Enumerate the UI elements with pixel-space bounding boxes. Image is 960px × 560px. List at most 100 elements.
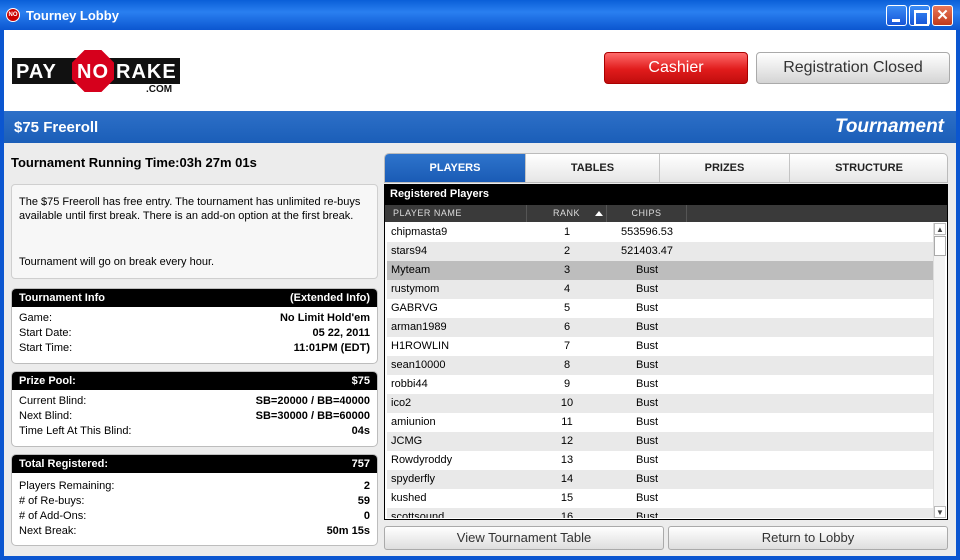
scroll-up-icon[interactable]: ▲ bbox=[934, 223, 946, 235]
cell-rank: 2 bbox=[563, 245, 571, 257]
cell-rank: 11 bbox=[561, 416, 573, 428]
cell-name: arman1989 bbox=[391, 321, 447, 333]
description-text: The $75 Freeroll has free entry. The tou… bbox=[19, 196, 361, 222]
cell-rank: 14 bbox=[560, 473, 574, 485]
cell-name: ico2 bbox=[391, 397, 412, 409]
cell-name: H1ROWLIN bbox=[391, 340, 450, 352]
cell-chips: Bust bbox=[635, 511, 658, 518]
cell-name: Rowdyroddy bbox=[391, 454, 453, 466]
cell-name: robbi44 bbox=[391, 378, 428, 390]
table-row[interactable]: Myteam 3 Bust bbox=[387, 261, 933, 280]
cell-name: stars94 bbox=[391, 245, 428, 257]
cell-name: chipmasta9 bbox=[391, 226, 448, 238]
cell-rank: 10 bbox=[560, 397, 574, 409]
cell-chips: Bust bbox=[635, 435, 658, 447]
cell-chips: Bust bbox=[635, 283, 658, 295]
table-row[interactable]: GABRVG 5 Bust bbox=[387, 299, 933, 318]
cell-chips: Bust bbox=[635, 378, 658, 390]
grid-rows: chipmasta9 1 553596.53 stars94 2 521403.47 Myt… bbox=[387, 223, 933, 518]
registration-closed-button[interactable]: Registration Closed bbox=[756, 52, 950, 84]
cell-rank: 7 bbox=[563, 340, 571, 352]
cell-rank: 5 bbox=[563, 302, 571, 314]
cell-name: GABRVG bbox=[391, 302, 438, 314]
minimize-button[interactable] bbox=[886, 5, 907, 26]
extended-info-link[interactable]: (Extended Info) bbox=[290, 292, 370, 304]
cell-chips: Bust bbox=[635, 321, 658, 333]
table-row[interactable]: Rowdyroddy 13 Bust bbox=[387, 451, 933, 470]
cell-chips: Bust bbox=[635, 397, 658, 409]
cell-name: sean10000 bbox=[391, 359, 446, 371]
break-note: Tournament will go on break every hour. bbox=[19, 256, 215, 268]
table-row[interactable]: ico2 10 Bust bbox=[387, 394, 933, 413]
tournament-banner: $75 Freeroll Tournament bbox=[4, 111, 956, 143]
scroll-down-icon[interactable]: ▼ bbox=[934, 506, 946, 518]
maximize-button[interactable] bbox=[909, 5, 930, 26]
table-row[interactable]: sean10000 8 Bust bbox=[387, 356, 933, 375]
grid-scrollbar[interactable]: ▲ ▼ bbox=[933, 223, 946, 518]
running-time: Tournament Running Time:03h 27m 01s bbox=[11, 155, 257, 170]
cell-chips: Bust bbox=[635, 454, 658, 466]
lobby-tabs: PLAYERS TABLES PRIZES STRUCTURE bbox=[384, 153, 948, 183]
table-row[interactable]: spyderfly 14 Bust bbox=[387, 470, 933, 489]
paynorake-logo: PAY NO RAKE .COM bbox=[12, 50, 182, 96]
window-title: Tourney Lobby bbox=[26, 8, 119, 23]
cell-rank: 4 bbox=[563, 283, 571, 295]
scroll-thumb[interactable] bbox=[934, 236, 946, 256]
table-row[interactable]: stars94 2 521403.47 bbox=[387, 242, 933, 261]
tab-prizes[interactable]: PRIZES bbox=[660, 154, 790, 182]
cell-rank: 8 bbox=[563, 359, 571, 371]
registered-panel: Total Registered: 757 Players Remaining: 2… bbox=[11, 454, 378, 546]
table-row[interactable]: robbi44 9 Bust bbox=[387, 375, 933, 394]
table-row[interactable]: scottsound 16 Bust bbox=[387, 508, 933, 518]
cell-rank: 15 bbox=[560, 492, 574, 504]
cell-chips: Bust bbox=[635, 359, 658, 371]
cell-name: spyderfly bbox=[391, 473, 436, 485]
close-icon: ✕ bbox=[936, 7, 949, 24]
cell-chips: Bust bbox=[635, 416, 658, 428]
table-row[interactable]: amiunion 11 Bust bbox=[387, 413, 933, 432]
cell-chips: Bust bbox=[635, 264, 658, 276]
close-button[interactable]: ✕ bbox=[932, 5, 953, 26]
cell-name: rustymom bbox=[391, 283, 440, 295]
column-player-name[interactable]: PLAYER NAME bbox=[385, 205, 527, 222]
cell-chips: Bust bbox=[635, 340, 658, 352]
cell-name: amiunion bbox=[391, 416, 436, 428]
tournament-info-panel: Tournament Info (Extended Info) Game: No L… bbox=[11, 288, 378, 364]
return-to-lobby-button[interactable]: Return to Lobby bbox=[668, 526, 948, 550]
table-row[interactable]: rustymom 4 Bust bbox=[387, 280, 933, 299]
app-icon: NO bbox=[6, 8, 20, 22]
cell-rank: 6 bbox=[563, 321, 571, 333]
players-grid: Registered Players PLAYER NAME RANK CHIP… bbox=[384, 184, 948, 520]
cell-rank: 3 bbox=[563, 264, 571, 276]
tournament-type: Tournament bbox=[834, 116, 944, 137]
cell-name: Myteam bbox=[391, 264, 431, 276]
table-row[interactable]: chipmasta9 1 553596.53 bbox=[387, 223, 933, 242]
grid-header: PLAYER NAME RANK CHIPS bbox=[385, 205, 947, 222]
cell-rank: 13 bbox=[560, 454, 574, 466]
tab-players[interactable]: PLAYERS bbox=[385, 154, 526, 182]
cell-chips: 521403.47 bbox=[621, 245, 673, 257]
table-row[interactable]: H1ROWLIN 7 Bust bbox=[387, 337, 933, 356]
tab-tables[interactable]: TABLES bbox=[526, 154, 660, 182]
cell-rank: 12 bbox=[560, 435, 574, 447]
column-chips[interactable]: CHIPS bbox=[607, 205, 687, 222]
cell-rank: 16 bbox=[560, 511, 574, 518]
cell-name: JCMG bbox=[391, 435, 423, 447]
cell-name: scottsound bbox=[391, 511, 445, 518]
tournament-description: The $75 Freeroll has free entry. The tou… bbox=[11, 184, 378, 279]
cashier-button[interactable]: Cashier bbox=[604, 52, 748, 84]
tab-structure[interactable]: STRUCTURE bbox=[790, 154, 947, 182]
cell-chips: 553596.53 bbox=[621, 226, 673, 238]
title-bar: NO Tourney Lobby ✕ bbox=[0, 0, 960, 30]
table-row[interactable]: arman1989 6 Bust bbox=[387, 318, 933, 337]
cell-chips: Bust bbox=[635, 492, 658, 504]
cell-chips: Bust bbox=[635, 473, 658, 485]
table-row[interactable]: kushed 15 Bust bbox=[387, 489, 933, 508]
table-row[interactable]: JCMG 12 Bust bbox=[387, 432, 933, 451]
cell-rank: 1 bbox=[563, 226, 571, 238]
prize-pool-panel: Prize Pool: $75 Current Blind: SB=20000 / … bbox=[11, 371, 378, 447]
tournament-name: $75 Freeroll bbox=[14, 119, 99, 136]
grid-title: Registered Players bbox=[385, 185, 947, 205]
view-tournament-table-button[interactable]: View Tournament Table bbox=[384, 526, 664, 550]
cell-rank: 9 bbox=[563, 378, 571, 390]
